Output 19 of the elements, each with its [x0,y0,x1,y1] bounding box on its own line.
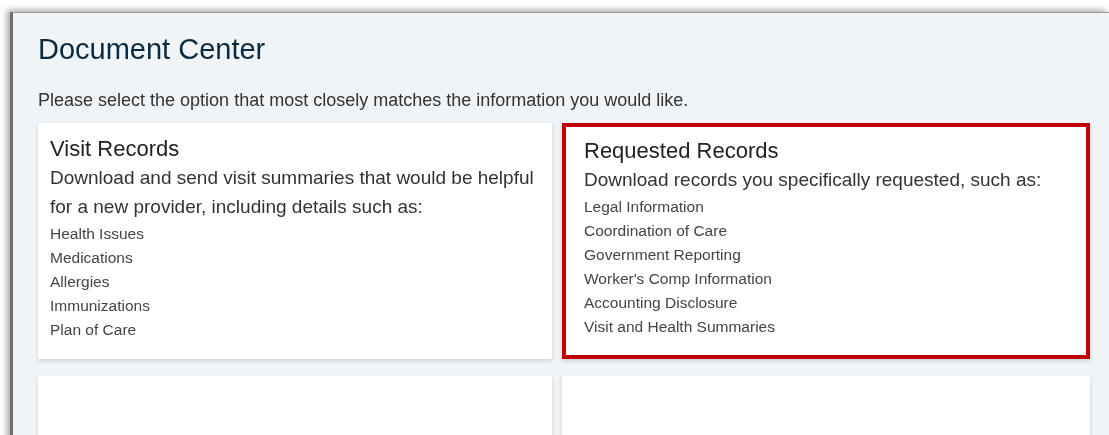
record-type-item: Medications [50,248,134,268]
record-type-item: Accounting Disclosure [584,293,739,313]
record-type-item: Government Reporting [584,245,742,265]
record-type-item: Plan of Care [50,320,138,340]
card-description: Download records you specifically requested, such as: [584,168,1043,192]
record-card[interactable] [562,123,1090,359]
instructions-text: Please select the option that most closely matches the information you would like. [38,89,690,112]
record-type-item: Immunizations [50,296,151,316]
record-type-item: Visit and Health Summaries [584,317,776,337]
card-title: Requested Records [584,137,780,165]
record-type-item: Coordination of Care [584,221,729,241]
page-title: Document Center [38,32,267,67]
card-title: Visit Records [50,135,181,163]
record-card[interactable]: Visit Records Download and send visit summaries that would be helpful for a new provider, including details such as: Health Issues Medications Allergies Immunizations Plan of Care [38,123,552,359]
card-description: Download and send visit summaries that would be helpful for a new provider, including details such as: [50,166,535,219]
record-type-item: Health Issues [50,224,145,244]
record-type-item: Legal Information [584,197,705,217]
record-type-item: Worker's Comp Information [584,269,773,289]
record-type-item: Allergies [50,272,111,292]
